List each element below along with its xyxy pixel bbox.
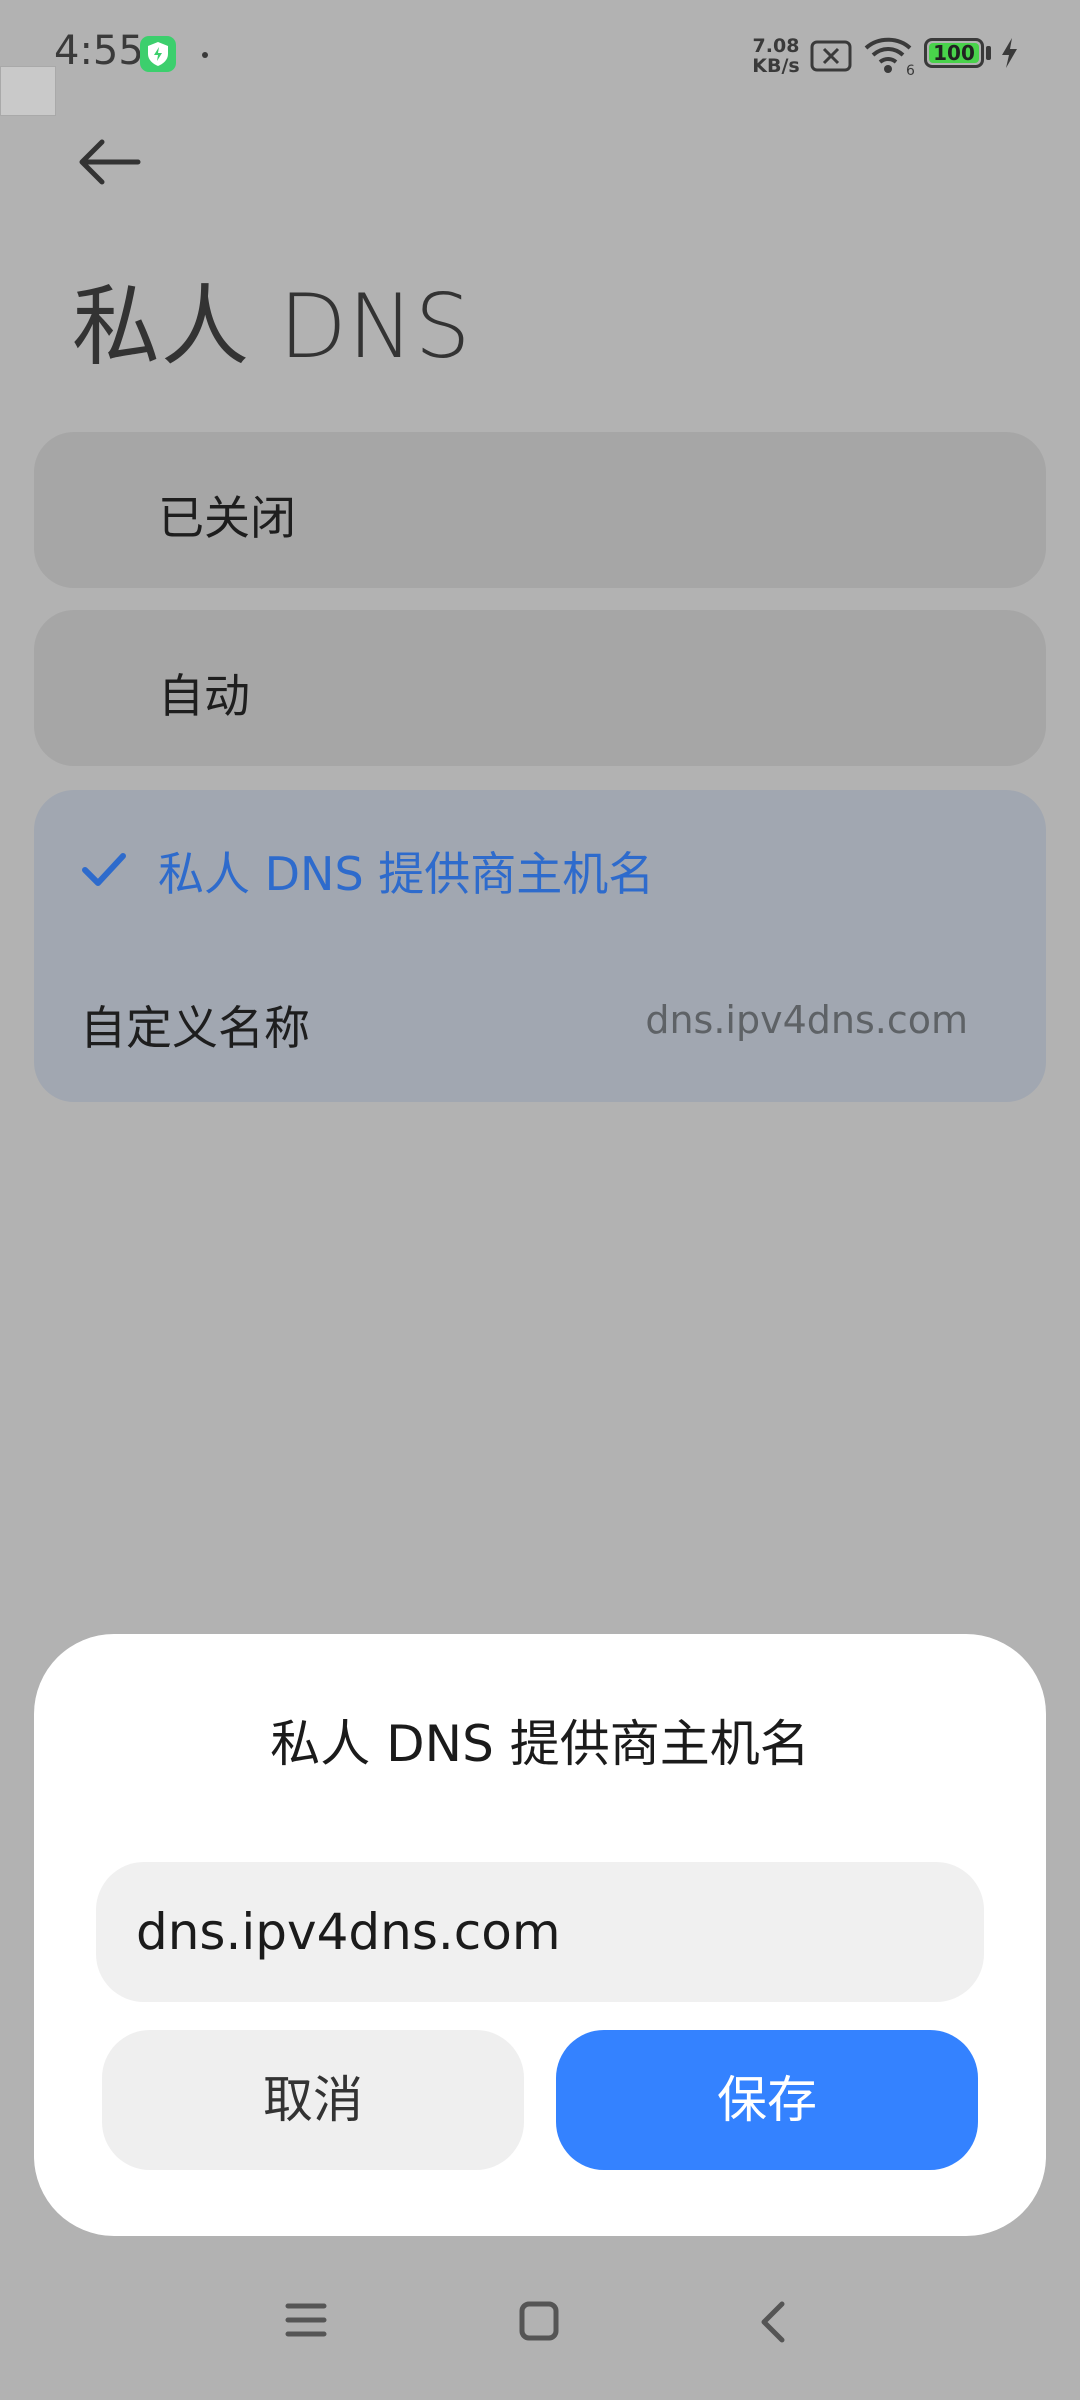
- save-button[interactable]: 保存: [556, 2030, 978, 2170]
- menu-icon[interactable]: [284, 2300, 328, 2344]
- no-sim-icon: [810, 40, 852, 76]
- wifi-icon: 6: [862, 36, 916, 80]
- page-title: 私人 DNS: [72, 275, 472, 378]
- custom-name-label: 自定义名称: [80, 1001, 310, 1055]
- network-speed: 7.08 KB/s: [748, 36, 804, 76]
- charging-icon: [998, 36, 1020, 74]
- floating-tab[interactable]: [0, 66, 56, 116]
- status-time: 4:55: [54, 28, 144, 74]
- battery-tip: [986, 46, 991, 60]
- network-speed-value: 7.08: [752, 35, 800, 57]
- notification-dot: [202, 52, 208, 58]
- back-arrow-icon[interactable]: [72, 130, 152, 210]
- option-provider-hostname[interactable]: 私人 DNS 提供商主机名 自定义名称 dns.ipv4dns.com: [34, 790, 1046, 1102]
- wifi-badge: 6: [906, 63, 915, 76]
- home-icon[interactable]: [518, 2300, 560, 2346]
- dialog-title: 私人 DNS 提供商主机名: [270, 1715, 810, 1773]
- option-auto-label: 自动: [158, 669, 250, 723]
- battery-level: 100: [929, 43, 979, 63]
- status-bar: 4:55 7.08 KB/s 6 100: [0, 0, 1080, 110]
- option-auto[interactable]: 自动: [34, 610, 1046, 766]
- custom-name-value: dns.ipv4dns.com: [645, 998, 968, 1042]
- battery-icon: 100: [924, 38, 984, 68]
- network-speed-unit: KB/s: [752, 55, 800, 77]
- security-shield-icon: [140, 36, 176, 72]
- option-off[interactable]: 已关闭: [34, 432, 1046, 588]
- checkmark-icon: [80, 850, 128, 894]
- option-provider-label: 私人 DNS 提供商主机名: [158, 847, 655, 901]
- back-nav-icon[interactable]: [756, 2300, 788, 2348]
- cancel-button[interactable]: 取消: [102, 2030, 524, 2170]
- hostname-input[interactable]: dns.ipv4dns.com: [96, 1862, 984, 2002]
- hostname-dialog: 私人 DNS 提供商主机名 dns.ipv4dns.com 取消 保存: [34, 1634, 1046, 2236]
- option-off-label: 已关闭: [158, 491, 296, 545]
